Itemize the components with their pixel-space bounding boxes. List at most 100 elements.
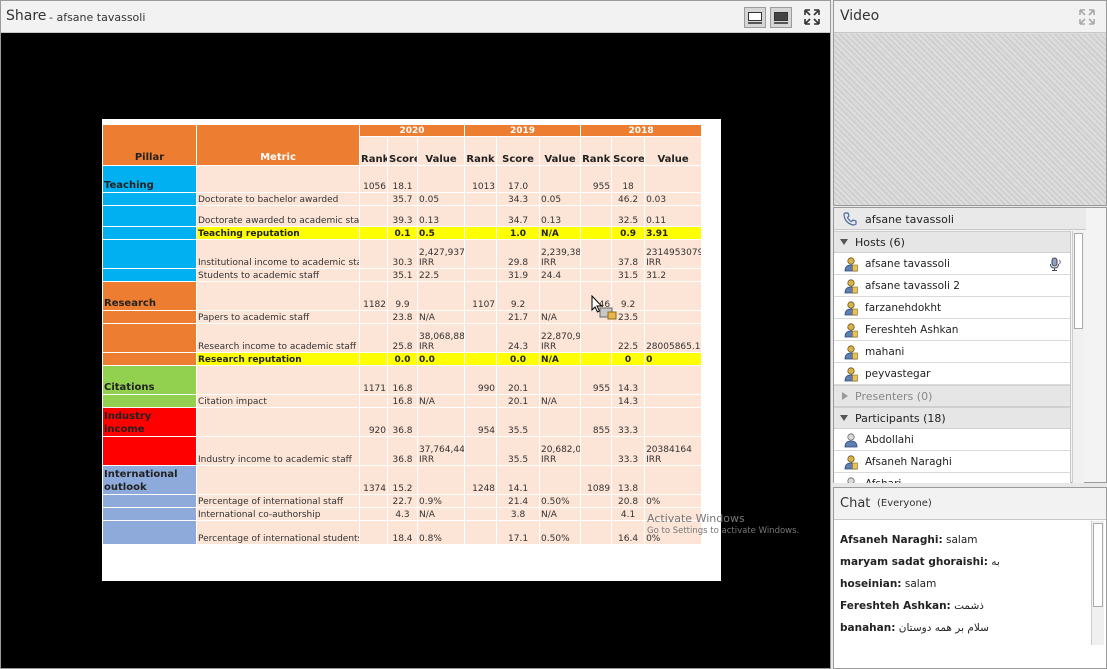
value-cell [416,165,466,193]
value-cell: 9.9 [387,281,418,311]
year-header-2018: 2018 [580,124,703,137]
value-cell: 0.9 [611,226,646,240]
value-cell [644,365,703,395]
microphone-icon [1050,257,1061,271]
attendee-list-scrollbar[interactable] [1072,231,1084,483]
attendee-row[interactable]: Afsaneh Naraghi [834,451,1070,473]
chat-scrollbar[interactable] [1091,521,1104,645]
value-cell: 18.1 [387,165,418,193]
attendee-name: peyvastegar [865,368,931,380]
value-cell: N/A [416,394,466,408]
participant-user-icon [843,432,859,448]
value-cell: 1107 [464,281,498,311]
value-cell: 14.3 [611,394,646,408]
current-user-name: afsane tavassoli [865,213,954,226]
chat-sender: hoseinian: [840,578,902,590]
value-cell: 0 [611,352,646,366]
scrollbar-thumb[interactable] [1093,523,1103,607]
slide-with-chat-layout-icon[interactable] [770,7,792,28]
section-label: Participants (18) [855,412,946,425]
value-cell: 35.7 [387,192,418,206]
hosts-section-header[interactable]: Hosts (6) [834,231,1070,253]
value-cell: 25.8 [387,323,418,353]
participants-section-header[interactable]: Participants (18) [834,407,1070,429]
attendee-row[interactable]: afsane tavassoli 2 [834,275,1070,297]
value-cell [359,507,388,521]
metric-cell: International co-authorship [196,507,360,521]
value-cell: 13.8 [611,465,646,495]
value-cell: 35.1 [387,268,418,282]
pillar-cell [102,268,197,282]
attendee-list: Hosts (6) afsane tavassoli afsane tavassol… [834,231,1071,483]
value-cell: 2,427,937,778 IRR [416,239,466,269]
value-cell: 20,682,028 IRR [539,436,582,466]
chat-message: hoseinian: salam [840,578,936,590]
attendee-row[interactable]: peyvastegar [834,363,1070,385]
value-cell: 1089 [580,465,613,495]
value-cell [359,205,388,227]
expand-icon[interactable] [1079,9,1095,25]
pillar-cell [102,436,197,466]
value-cell [464,394,498,408]
attendee-row[interactable]: afsane tavassoli [834,253,1070,275]
value-cell [464,520,498,545]
value-cell [464,205,498,227]
chat-text: salam [946,534,978,546]
chat-message-list: Afsaneh Naraghi: salam maryam sadat ghora… [834,521,1090,666]
table-row: Doctorate to bachelor awarded 35.7 0.05 34.… [102,192,703,206]
value-cell [539,465,582,495]
value-cell: 1248 [464,465,498,495]
value-cell: 16.4 [611,520,646,545]
table-row: Percentage of international students 18.4… [102,520,703,545]
pillar-cell: Teaching [102,165,197,193]
value-cell: 990 [464,365,498,395]
value-cell: 22.7 [387,494,418,508]
value-cell: 37,764,444 IRR [416,436,466,466]
expand-arrow-icon[interactable] [842,392,848,400]
chat-text: ذشمت [954,600,984,612]
pillar-cell [102,323,197,353]
attendee-row[interactable]: mahani [834,341,1070,363]
value-cell [580,192,613,206]
column-header-score: Score [496,136,541,166]
metric-cell [196,365,360,395]
scrollbar-thumb[interactable] [1074,233,1083,329]
current-user-row[interactable]: afsane tavassoli [834,208,1086,230]
column-header-rank: Rank [359,136,388,166]
chat-scope[interactable]: (Everyone) [877,498,932,509]
attendee-row[interactable]: farzanehdokht [834,297,1070,319]
chat-sender: maryam sadat ghoraishi: [840,556,988,568]
presenter-pointer-icon [599,307,617,320]
value-cell [464,352,498,366]
value-cell: 0.0 [416,352,466,366]
value-cell: 14.1 [496,465,541,495]
value-cell: 29.8 [496,239,541,269]
collapse-arrow-icon[interactable] [840,239,848,245]
value-cell: 18.4 [387,520,418,545]
value-cell: 920 [359,407,388,437]
value-cell: N/A [539,310,582,324]
attendee-row[interactable]: Abdollahi [834,429,1070,451]
year-header-2019: 2019 [464,124,582,137]
value-cell [359,494,388,508]
value-cell [416,465,466,495]
pillar-cell [102,520,197,545]
metric-cell: Doctorate to bachelor awarded [196,192,360,206]
value-cell: 15.2 [387,465,418,495]
value-cell: 0.05 [539,192,582,206]
value-cell: 22.5 [416,268,466,282]
fullscreen-icon[interactable] [804,9,820,25]
value-cell: 31.2 [644,268,703,282]
presenters-section-header[interactable]: Presenters (0) [834,385,1070,407]
attendee-row[interactable]: Fereshteh Ashkan [834,319,1070,341]
value-cell: 22,870,968 IRR [539,323,582,353]
value-cell: N/A [416,507,466,521]
value-cell: 4.1 [611,507,646,521]
attendee-row[interactable]: Afshari [834,473,1070,483]
attendee-name: Afsaneh Naraghi [865,456,952,468]
value-cell: 0.13 [539,205,582,227]
chat-text: سلام بر همه دوستان [898,622,989,634]
collapse-arrow-icon[interactable] [840,415,848,421]
pillar-cell [102,192,197,206]
slide-only-layout-icon[interactable] [744,7,766,28]
